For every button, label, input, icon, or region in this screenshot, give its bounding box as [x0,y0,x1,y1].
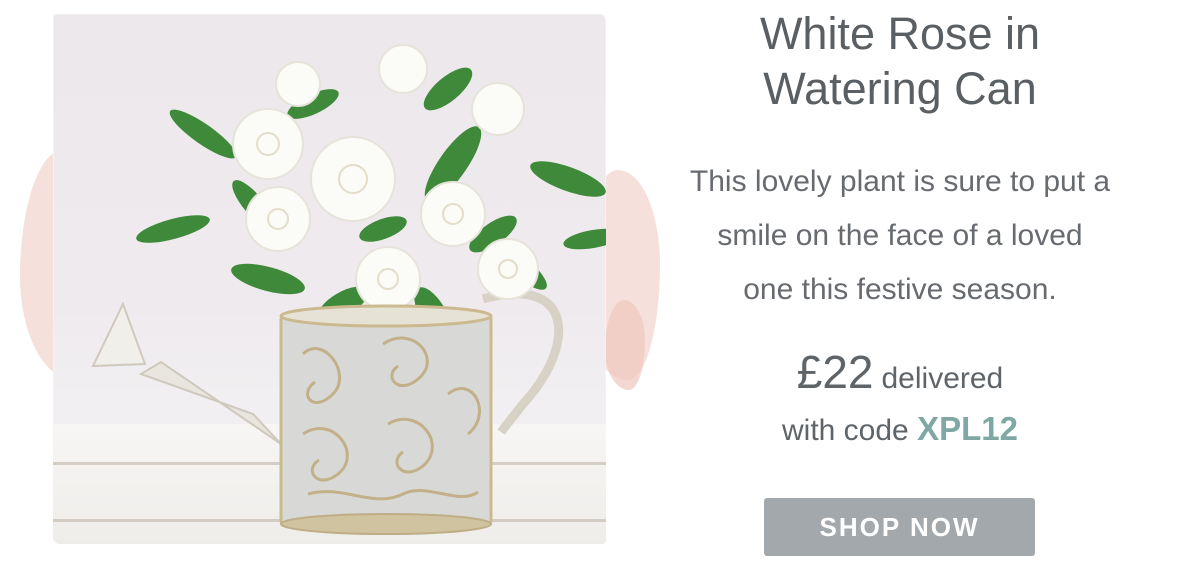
watering-can-body [279,304,493,535]
promo-code-line: with code XPL12 [660,410,1140,448]
description-line: one this festive season. [743,273,1057,306]
price-line: £22 delivered [660,345,1140,399]
product-title-line-1: White Rose in [759,8,1041,59]
description-line: smile on the face of a loved [717,219,1083,252]
product-description: This lovely plant is sure to put a smile… [660,155,1140,317]
shop-now-button[interactable]: SHOP NOW [764,498,1035,556]
description-line: This lovely plant is sure to put a [689,165,1111,198]
watering-can-spout [91,301,282,445]
product-image-panel [20,0,660,570]
price: £22 [796,346,874,398]
product-title-line-2: Watering Can [763,63,1037,114]
product-info: White Rose in Watering Can This lovely p… [660,0,1140,570]
watercolor-wash-right-small [605,300,645,390]
rose-plant-illustration [91,44,606,535]
promo-code: XPL12 [917,410,1018,447]
watering-can-handle [481,289,564,435]
promo-code-prefix: with code [782,414,909,447]
product-photo[interactable] [53,14,606,544]
price-suffix: delivered [881,362,1004,395]
product-title: White Rose in Watering Can [660,6,1140,116]
